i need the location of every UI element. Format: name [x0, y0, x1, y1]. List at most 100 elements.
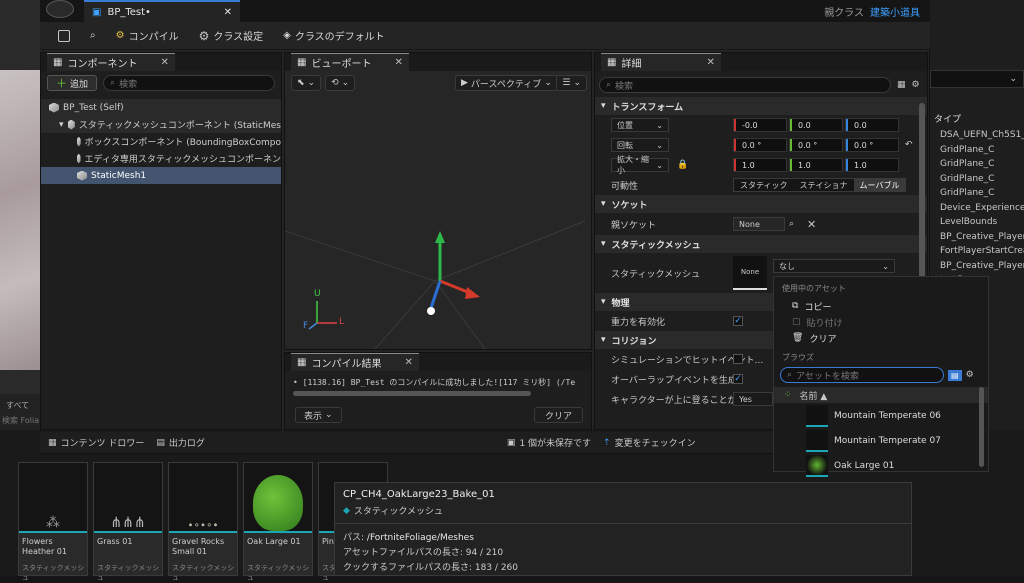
location-z-input[interactable]: 0.0: [845, 118, 899, 132]
add-component-button[interactable]: ＋追加: [47, 75, 98, 91]
location-dropdown[interactable]: 位置 ⌄: [611, 118, 669, 132]
location-x-input[interactable]: -0.0: [733, 118, 787, 132]
scale-x-input[interactable]: 1.0: [733, 158, 787, 172]
rotation-x-input[interactable]: 0.0 °: [733, 138, 787, 152]
class-settings-button[interactable]: ⚙ クラス設定: [191, 25, 272, 47]
browse-button[interactable]: ⌕: [82, 25, 104, 47]
clear-button[interactable]: クリア: [533, 407, 583, 423]
step-up-dropdown[interactable]: Yes: [733, 392, 773, 406]
chevron-down-icon: ⌄: [1009, 74, 1017, 84]
component-tree: BP_Test (Self) ▾ スタティックメッシュコンポーネント (Stati…: [41, 99, 281, 184]
static-mesh-icon: [77, 170, 87, 181]
content-drawer-button[interactable]: ▦ コンテンツ ドロワー: [48, 436, 144, 450]
outliner-row[interactable]: GridPlane_C: [930, 145, 1024, 160]
mesh-dropdown[interactable]: なし ⌄: [773, 259, 895, 273]
lock-icon[interactable]: 🔒: [677, 160, 688, 170]
components-search-input[interactable]: ⌕ 検索: [103, 75, 275, 91]
reset-icon[interactable]: ↶: [905, 140, 913, 150]
tree-item-editor-only-mesh[interactable]: エディタ専用スタティックメッシュコンポーネン: [41, 150, 281, 167]
asset-row-mountain-07[interactable]: Mountain Temperate 07: [774, 428, 988, 453]
scale-dropdown[interactable]: 拡大・縮小 ⌄: [611, 155, 669, 175]
outliner-row[interactable]: GridPlane_C: [930, 174, 1024, 189]
outliner-row[interactable]: FortPlayerStartCrea: [930, 246, 1024, 261]
outliner-type-header[interactable]: タイプ: [934, 112, 961, 125]
details-search-input[interactable]: ⌕ 検索: [599, 77, 891, 93]
check-in-button[interactable]: ⇡ 変更をチェックイン: [603, 436, 696, 450]
output-log-button[interactable]: ▤ 出力ログ: [156, 436, 205, 450]
overlap-checkbox[interactable]: ✓: [733, 374, 743, 384]
compile-button[interactable]: ⚙ コンパイル: [108, 25, 187, 47]
section-static-mesh[interactable]: ▾ スタティックメッシュ: [595, 235, 927, 253]
expand-arrow-icon[interactable]: ▾: [59, 120, 64, 130]
paste-item[interactable]: ▢ 貼り付け: [774, 314, 988, 330]
asset-list-header[interactable]: ⁘ 名前 ▲: [774, 387, 988, 403]
location-y-input[interactable]: 0.0: [789, 118, 843, 132]
copy-item[interactable]: ⧉ コピー: [774, 298, 988, 314]
tree-item-static-mesh-component[interactable]: ▾ スタティックメッシュコンポーネント (StaticMes: [41, 116, 281, 133]
tab-bp-test[interactable]: ▣ BP_Test• ✕: [84, 0, 240, 22]
folder-icon[interactable]: ▤: [948, 369, 962, 381]
asset-row-oak-large[interactable]: Oak Large 01: [774, 453, 988, 478]
class-defaults-button[interactable]: ◈ クラスのデフォルト: [275, 25, 393, 47]
outliner-row[interactable]: BP_Creative_Player: [930, 261, 1024, 276]
close-icon[interactable]: ✕: [224, 7, 232, 18]
asset-row-mountain-06[interactable]: Mountain Temperate 06: [774, 403, 988, 428]
section-socket[interactable]: ▾ ソケット: [595, 195, 927, 213]
tab-components[interactable]: ▦ コンポーネント ✕: [47, 53, 175, 71]
outliner-row[interactable]: BP_Creative_Player: [930, 232, 1024, 247]
tree-item-static-mesh1[interactable]: StaticMesh1: [41, 167, 281, 184]
asset-oak-large[interactable]: Oak Large 01 スタティックメッシュ: [243, 462, 313, 582]
tab-viewport[interactable]: ▦ ビューポート ✕: [291, 53, 409, 71]
asset-grass[interactable]: ⋔⋔⋔ Grass 01 スタティックメッシュ: [93, 462, 163, 582]
close-icon[interactable]: ✕: [404, 357, 412, 368]
enable-gravity-checkbox[interactable]: ✓: [733, 316, 743, 326]
save-button[interactable]: [50, 25, 78, 47]
socket-browse-icon[interactable]: ⌕: [789, 219, 794, 229]
gear-icon[interactable]: ⚙: [912, 80, 920, 90]
grid-view-icon[interactable]: ▦: [897, 80, 906, 90]
rotation-z-input[interactable]: 0.0 °: [845, 138, 899, 152]
outliner-row[interactable]: Device_ExperienceS: [930, 203, 1024, 218]
mobility-static[interactable]: スタティック: [734, 179, 794, 191]
unsaved-button[interactable]: ▣ 1 個が未保存です: [507, 436, 591, 450]
outliner-row[interactable]: GridPlane_C: [930, 188, 1024, 203]
all-filter[interactable]: すべて: [0, 394, 40, 411]
rotation-y-input[interactable]: 0.0 °: [789, 138, 843, 152]
asset-flowers-heather[interactable]: ⁂ Flowers Heather 01 スタティックメッシュ: [18, 462, 88, 582]
tree-item-box-component[interactable]: ボックスコンポーネント (BoundingBoxCompo: [41, 133, 281, 150]
mobility-stationary[interactable]: ステイショナ: [794, 179, 854, 191]
parent-socket-field[interactable]: None: [733, 217, 785, 231]
mesh-thumbnail[interactable]: None: [733, 256, 767, 290]
scale-z-input[interactable]: 1.0: [845, 158, 899, 172]
asset-list-scrollbar[interactable]: [979, 387, 984, 467]
close-icon[interactable]: ✕: [706, 57, 714, 68]
rotation-dropdown[interactable]: 回転 ⌄: [611, 138, 669, 152]
tab-details[interactable]: ▦ 詳細 ✕: [601, 53, 721, 71]
outliner-filter-dropdown[interactable]: ⌄: [930, 70, 1024, 88]
tab-compile-results[interactable]: ▦ コンパイル結果 ✕: [291, 353, 419, 371]
scale-y-input[interactable]: 1.0: [789, 158, 843, 172]
viewport-canvas[interactable]: ⬉ ⌄ ⟲ ⌄ ▶ パースペクティブ ⌄ ☰ ⌄ U L F: [285, 71, 591, 349]
parent-class-link[interactable]: 建築小道具: [870, 8, 920, 19]
tree-item-self[interactable]: BP_Test (Self): [41, 99, 281, 116]
mobility-movable[interactable]: ムーバブル: [853, 179, 906, 191]
unreal-logo-icon[interactable]: [46, 0, 74, 18]
current-asset-label: 使用中のアセット: [782, 284, 846, 293]
section-transform[interactable]: ▾ トランスフォーム: [595, 97, 927, 115]
sim-hit-checkbox[interactable]: [733, 354, 743, 364]
outliner-row[interactable]: DSA_UEFN_Ch5S1_: [930, 130, 1024, 145]
outliner-row[interactable]: LevelBounds: [930, 217, 1024, 232]
folia-search[interactable]: 検索 Folia: [0, 411, 40, 426]
mobility-toggle[interactable]: スタティック ステイショナ ムーバブル: [733, 178, 907, 192]
compile-message: • [1138.16] BP_Test のコンパイルに成功しました![117 ミ…: [293, 378, 576, 387]
display-dropdown[interactable]: 表示 ⌄: [295, 407, 342, 423]
close-icon[interactable]: ✕: [160, 57, 168, 68]
close-icon[interactable]: ✕: [807, 218, 816, 231]
asset-gravel-rocks[interactable]: ∙∘∙∘∙ Gravel Rocks Small 01 スタティックメッシュ: [168, 462, 238, 582]
close-icon[interactable]: ✕: [394, 57, 402, 68]
clear-item[interactable]: 🗑 クリア: [774, 330, 988, 346]
horizontal-scrollbar[interactable]: [293, 391, 531, 396]
asset-search-input[interactable]: ⌕ アセットを検索: [780, 367, 944, 383]
gear-icon[interactable]: ⚙: [966, 370, 974, 380]
outliner-row[interactable]: GridPlane_C: [930, 159, 1024, 174]
